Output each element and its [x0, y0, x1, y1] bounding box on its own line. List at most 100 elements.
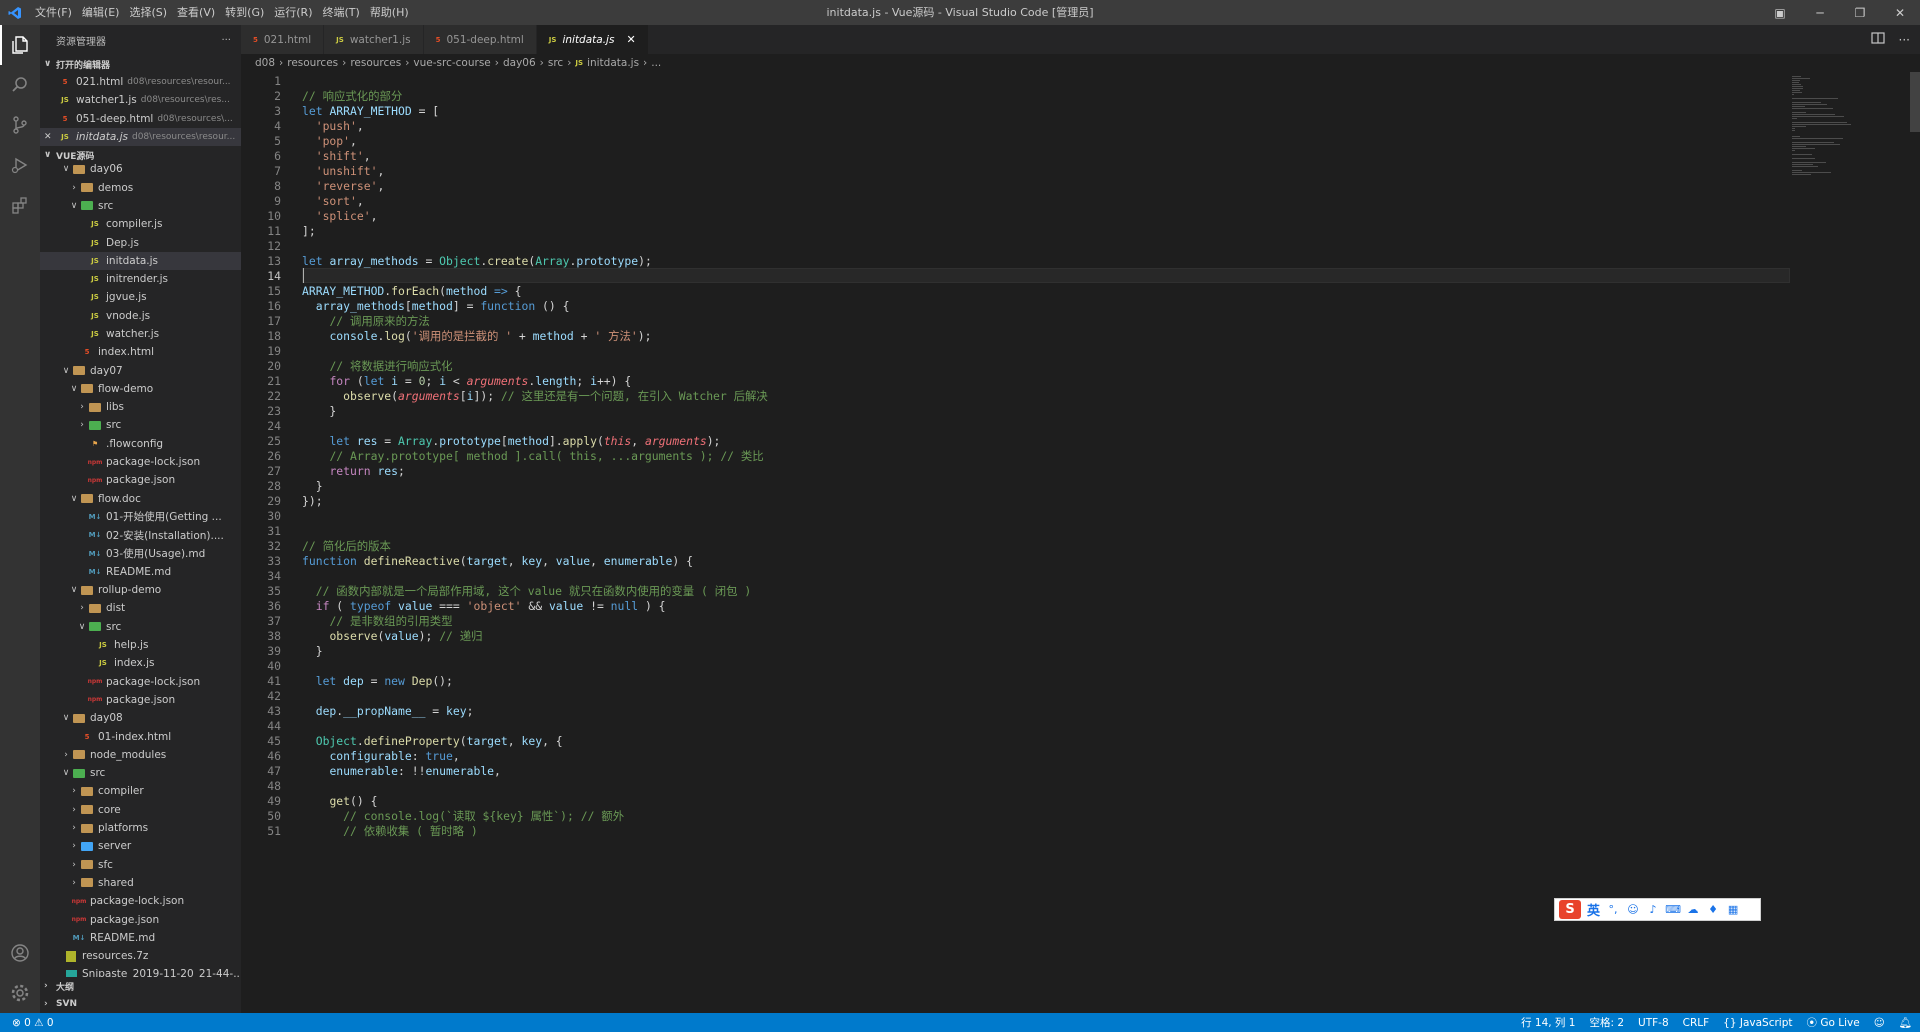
code-line[interactable]: 5 'pop',: [241, 133, 1790, 148]
split-editor-icon[interactable]: [1870, 31, 1885, 48]
indentation[interactable]: 空格: 2: [1589, 1015, 1624, 1030]
code-line[interactable]: 27 return res;: [241, 463, 1790, 478]
code-line[interactable]: 6 'shift',: [241, 148, 1790, 163]
tree-item[interactable]: › server: [40, 837, 241, 855]
tree-item[interactable]: › dist: [40, 599, 241, 617]
tree-item[interactable]: JS jgvue.js: [40, 288, 241, 306]
tree-item[interactable]: › core: [40, 801, 241, 819]
code-line[interactable]: 35 // 函数内部就是一个局部作用域, 这个 value 就只在函数内使用的变…: [241, 583, 1790, 598]
code-line[interactable]: 43 dep. __propName__ = key;: [241, 703, 1790, 718]
end-of-line[interactable]: CRLF: [1683, 1017, 1710, 1029]
svn-header[interactable]: › SVN: [40, 995, 241, 1013]
editor-tab[interactable]: JS initdata.js ✕: [536, 25, 649, 54]
code-line[interactable]: 41 let dep = new Dep ();: [241, 673, 1790, 688]
tree-item[interactable]: M↓ 03-使用(Usage).md: [40, 544, 241, 562]
code-line[interactable]: 38 observe(value); // 递归: [241, 628, 1790, 643]
tree-item[interactable]: › libs: [40, 398, 241, 416]
tree-item[interactable]: ∨ day07: [40, 361, 241, 379]
tree-item[interactable]: JS help.js: [40, 636, 241, 654]
tree-item[interactable]: JS Dep.js: [40, 233, 241, 251]
code-line[interactable]: 9 'sort',: [241, 193, 1790, 208]
punctuation-icon[interactable]: °,: [1606, 903, 1620, 917]
code-line[interactable]: 4 'push',: [241, 118, 1790, 133]
code-line[interactable]: 47 enumerable: !! enumerable,: [241, 763, 1790, 778]
code-line[interactable]: 1: [241, 73, 1790, 88]
code-line[interactable]: 10 'splice',: [241, 208, 1790, 223]
code-line[interactable]: 14: [241, 268, 1790, 283]
tree-item[interactable]: npm package-lock.json: [40, 453, 241, 471]
layout-icon[interactable]: ▣: [1760, 0, 1800, 25]
breadcrumb-item[interactable]: resources: [350, 57, 401, 69]
code-line[interactable]: 44: [241, 718, 1790, 733]
scrollbar-thumb[interactable]: [1910, 72, 1920, 132]
close-icon[interactable]: ✕: [44, 132, 56, 142]
minimap[interactable]: [1790, 72, 1910, 1013]
tree-item[interactable]: › shared: [40, 874, 241, 892]
breadcrumb-item[interactable]: src: [548, 57, 563, 69]
code-line[interactable]: 48: [241, 778, 1790, 793]
tree-item[interactable]: ⚑ .flowconfig: [40, 435, 241, 453]
tree-item[interactable]: ∨ src: [40, 618, 241, 636]
tree-item[interactable]: › src: [40, 416, 241, 434]
breadcrumb-item[interactable]: d08: [255, 57, 275, 69]
outline-header[interactable]: › 大纲: [40, 977, 241, 995]
feedback-icon[interactable]: ☺: [1874, 1017, 1885, 1029]
editor-tab[interactable]: 5 021.html: [241, 25, 325, 54]
menu-item[interactable]: 文件(F): [30, 0, 77, 25]
code-line[interactable]: 49 get() {: [241, 793, 1790, 808]
tree-item[interactable]: npm package-lock.json: [40, 892, 241, 910]
tree-item[interactable]: M↓ README.md: [40, 929, 241, 947]
tree-item[interactable]: M↓ README.md: [40, 563, 241, 581]
code-line[interactable]: 51 // 依赖收集 ( 暂时略 ): [241, 823, 1790, 838]
settings-gear-icon[interactable]: [0, 973, 40, 1013]
tree-item[interactable]: ∨ day06: [40, 160, 241, 178]
run-debug-icon[interactable]: [0, 145, 40, 185]
minimize-icon[interactable]: ─: [1800, 0, 1840, 25]
tree-item[interactable]: › node_modules: [40, 746, 241, 764]
skin-icon[interactable]: ♦: [1706, 903, 1720, 917]
open-editor-item[interactable]: 5 021.html d08\resources\resour...: [40, 73, 241, 91]
cursor-position[interactable]: 行 14, 列 1: [1521, 1015, 1575, 1030]
tree-item[interactable]: ∨ src: [40, 197, 241, 215]
code-line[interactable]: 34: [241, 568, 1790, 583]
editor-tab[interactable]: 5 051-deep.html: [423, 25, 537, 54]
menu-item[interactable]: 选择(S): [124, 0, 172, 25]
tree-item[interactable]: npm package.json: [40, 910, 241, 928]
code-line[interactable]: 39 }: [241, 643, 1790, 658]
code-line[interactable]: 16 array_methods[method] = function () {: [241, 298, 1790, 313]
code-line[interactable]: 23 }: [241, 403, 1790, 418]
close-icon[interactable]: ✕: [626, 33, 635, 46]
more-editor-actions-icon[interactable]: ···: [1899, 33, 1910, 47]
tree-item[interactable]: ∨ flow-demo: [40, 380, 241, 398]
breadcrumb-item[interactable]: vue-src-course: [413, 57, 490, 69]
open-editors-header[interactable]: ∨ 打开的编辑器: [40, 55, 241, 73]
code-line[interactable]: 18 console. log('调用的是拦截的 ' + method + ' 方…: [241, 328, 1790, 343]
menu-item[interactable]: 运行(R): [269, 0, 317, 25]
code-editor[interactable]: 1 2// 响应式化的部分 3 let ARRAY_METHOD = [4 'push…: [241, 72, 1790, 1013]
code-line[interactable]: 13 let array_methods = Object. create(Arra…: [241, 253, 1790, 268]
assistant-icon[interactable]: ☁: [1686, 903, 1700, 917]
code-line[interactable]: 11];: [241, 223, 1790, 238]
tree-item[interactable]: JS compiler.js: [40, 215, 241, 233]
code-line[interactable]: 22 observe(arguments[i]); // 这里还是有一个问题, …: [241, 388, 1790, 403]
tree-item[interactable]: npm package.json: [40, 471, 241, 489]
code-line[interactable]: 29});: [241, 493, 1790, 508]
menu-item[interactable]: 终端(T): [318, 0, 365, 25]
problems-indicator[interactable]: ⊗ 0 ⚠ 0: [12, 1017, 54, 1029]
code-line[interactable]: 28 }: [241, 478, 1790, 493]
language-mode[interactable]: {} JavaScript: [1723, 1017, 1792, 1029]
code-line[interactable]: 8 'reverse',: [241, 178, 1790, 193]
code-line[interactable]: 33 function defineReactive(target, key, v…: [241, 553, 1790, 568]
explorer-icon[interactable]: [0, 25, 40, 65]
tree-item[interactable]: JS index.js: [40, 654, 241, 672]
code-line[interactable]: 40: [241, 658, 1790, 673]
code-line[interactable]: 32 // 简化后的版本: [241, 538, 1790, 553]
code-line[interactable]: 36 if ( typeof value === 'object' && val…: [241, 598, 1790, 613]
tree-item[interactable]: ∨ src: [40, 764, 241, 782]
tree-item[interactable]: resources.7z: [40, 947, 241, 965]
menu-item[interactable]: 查看(V): [172, 0, 220, 25]
accounts-icon[interactable]: [0, 933, 40, 973]
tree-item[interactable]: ∨ flow.doc: [40, 490, 241, 508]
code-line[interactable]: 42: [241, 688, 1790, 703]
code-line[interactable]: 25 let res = Array. prototype[method]. app…: [241, 433, 1790, 448]
